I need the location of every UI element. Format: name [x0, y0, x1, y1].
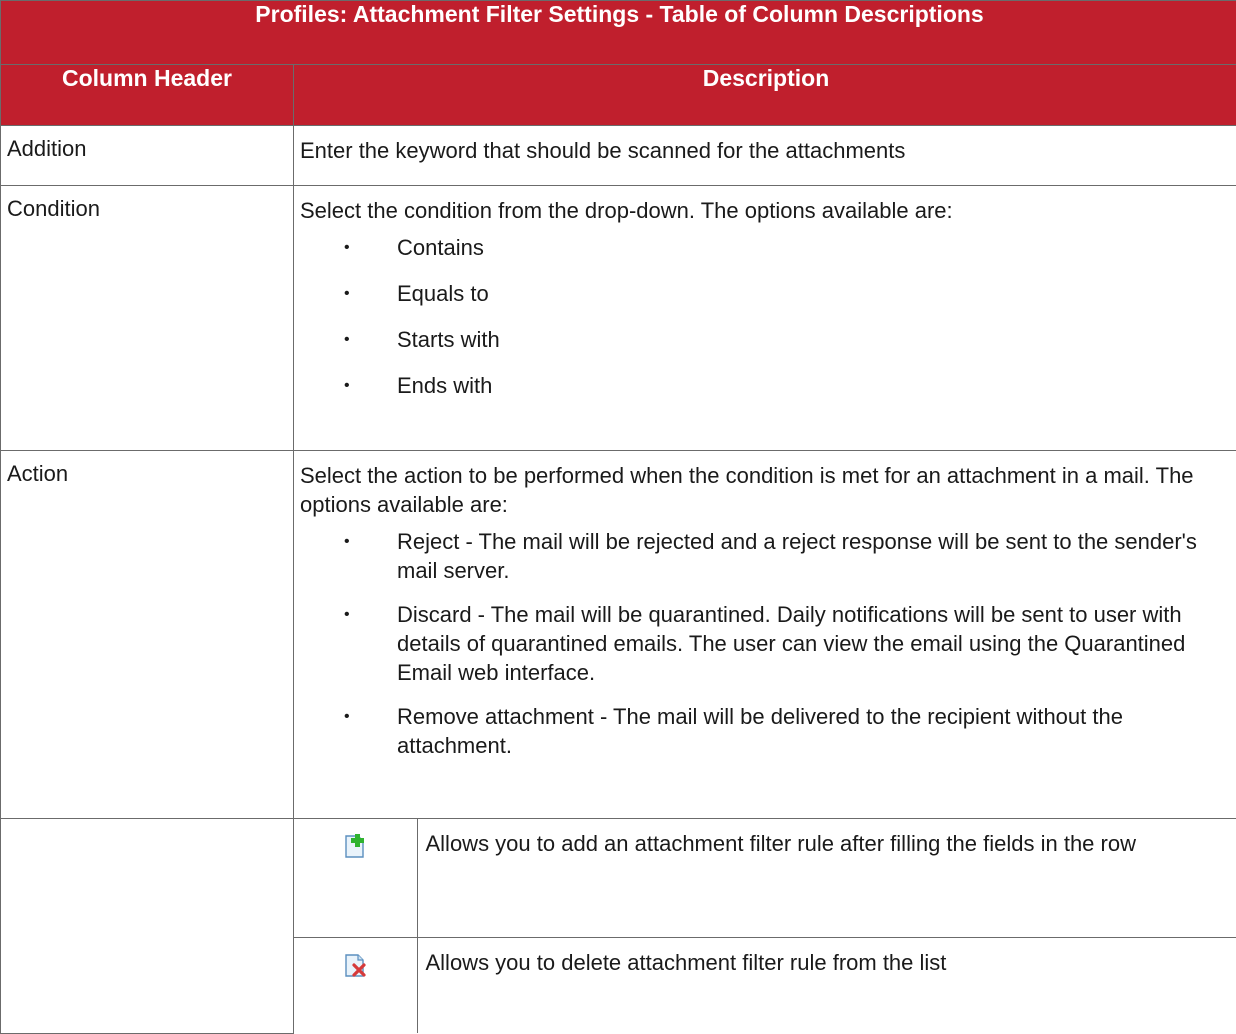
option-text: Ends with [397, 373, 492, 398]
bullet-icon: • [344, 527, 350, 556]
option-text: Starts with [397, 327, 500, 352]
document-page: Profiles: Attachment Filter Settings - T… [0, 0, 1236, 1017]
row-description-controls: Allows you to add an attachment filter r… [294, 819, 1236, 1034]
table-title-row: Profiles: Attachment Filter Settings - T… [1, 1, 1236, 65]
table-row: Allows you to add an attachment filter r… [1, 819, 1236, 1034]
add-rule-description: Allows you to add an attachment filter r… [417, 819, 1236, 937]
action-options-list: • Reject - The mail will be rejected and … [300, 527, 1232, 760]
row-description-addition: Enter the keyword that should be scanned… [294, 126, 1236, 186]
option-text: Discard - The mail will be quarantined. … [397, 602, 1185, 685]
table-row: Addition Enter the keyword that should b… [1, 126, 1236, 186]
delete-rule-description: Allows you to delete attachment filter r… [417, 937, 1236, 1033]
description-heading: Description [294, 65, 1236, 126]
bullet-icon: • [344, 371, 350, 400]
list-item: • Contains [300, 233, 1232, 262]
bullet-icon: • [344, 233, 350, 262]
condition-options-list: • Contains • Equals to • Starts with • Ends … [300, 233, 1232, 400]
row-label-controls [1, 819, 294, 1034]
option-text: Contains [397, 235, 484, 260]
bullet-icon: • [344, 325, 350, 354]
list-item: • Reject - The mail will be rejected and … [300, 527, 1232, 585]
bullet-icon: • [344, 600, 350, 629]
bullet-icon: • [344, 279, 350, 308]
column-descriptions-table: Profiles: Attachment Filter Settings - T… [0, 0, 1236, 1034]
option-text: Equals to [397, 281, 489, 306]
table-row: Allows you to delete attachment filter r… [294, 937, 1236, 1033]
delete-icon-cell [294, 937, 417, 1033]
list-item: • Equals to [300, 279, 1232, 308]
table-title: Profiles: Attachment Filter Settings - T… [1, 1, 1236, 65]
list-item: • Ends with [300, 371, 1232, 400]
row-description-condition: Select the condition from the drop-down.… [294, 186, 1236, 451]
condition-intro: Select the condition from the drop-down.… [300, 196, 1232, 225]
list-item: • Starts with [300, 325, 1232, 354]
action-intro: Select the action to be performed when t… [300, 461, 1232, 519]
list-item: • Remove attachment - The mail will be de… [300, 702, 1232, 760]
option-text: Reject - The mail will be rejected and a… [397, 529, 1197, 583]
bullet-icon: • [344, 702, 350, 731]
option-text: Remove attachment - The mail will be del… [397, 704, 1123, 758]
add-rule-icon [343, 846, 367, 863]
column-header-heading: Column Header [1, 65, 294, 126]
icon-descriptions-table: Allows you to add an attachment filter r… [294, 819, 1236, 1033]
table-row: Action Select the action to be performed… [1, 451, 1236, 819]
table-header-row: Column Header Description [1, 65, 1236, 126]
delete-rule-icon [343, 965, 367, 982]
row-label-action: Action [1, 451, 294, 819]
row-label-condition: Condition [1, 186, 294, 451]
row-label-addition: Addition [1, 126, 294, 186]
table-row: Condition Select the condition from the … [1, 186, 1236, 451]
add-icon-cell [294, 819, 417, 937]
table-row: Allows you to add an attachment filter r… [294, 819, 1236, 937]
row-description-action: Select the action to be performed when t… [294, 451, 1236, 819]
list-item: • Discard - The mail will be quarantined.… [300, 600, 1232, 687]
